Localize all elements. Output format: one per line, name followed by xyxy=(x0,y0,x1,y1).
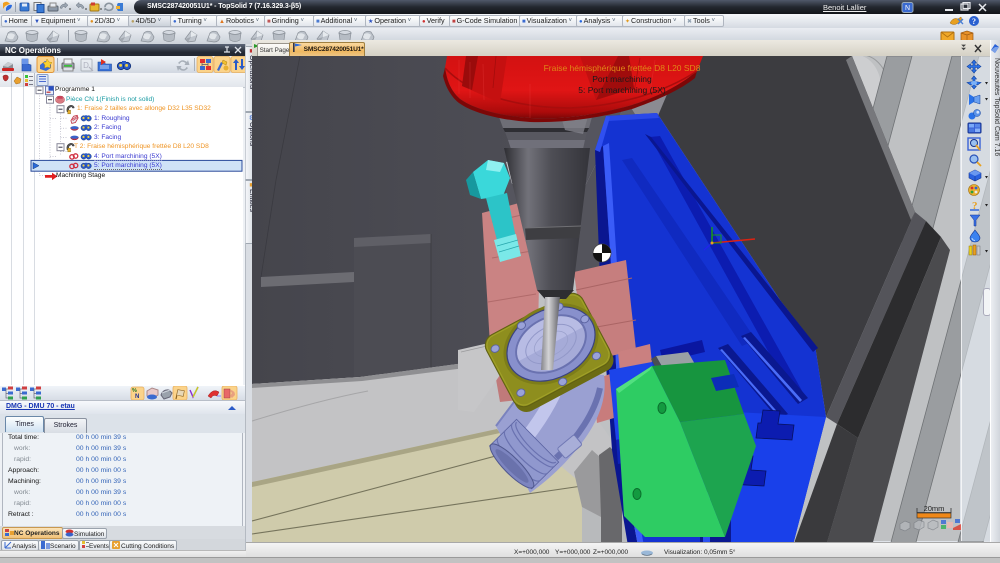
svg-text:5: Port marchining (5X): 5: Port marchining (5X) xyxy=(578,85,666,95)
svg-text:N: N xyxy=(905,5,910,12)
svg-text:?: ? xyxy=(972,17,976,26)
svg-text:Fraise hémisphérique frettée D: Fraise hémisphérique frettée D8 L20 SD8 xyxy=(544,63,701,73)
svg-text:20mm: 20mm xyxy=(924,504,945,513)
svg-text:Port marchining: Port marchining xyxy=(592,74,652,84)
svg-text:D: D xyxy=(83,61,89,70)
